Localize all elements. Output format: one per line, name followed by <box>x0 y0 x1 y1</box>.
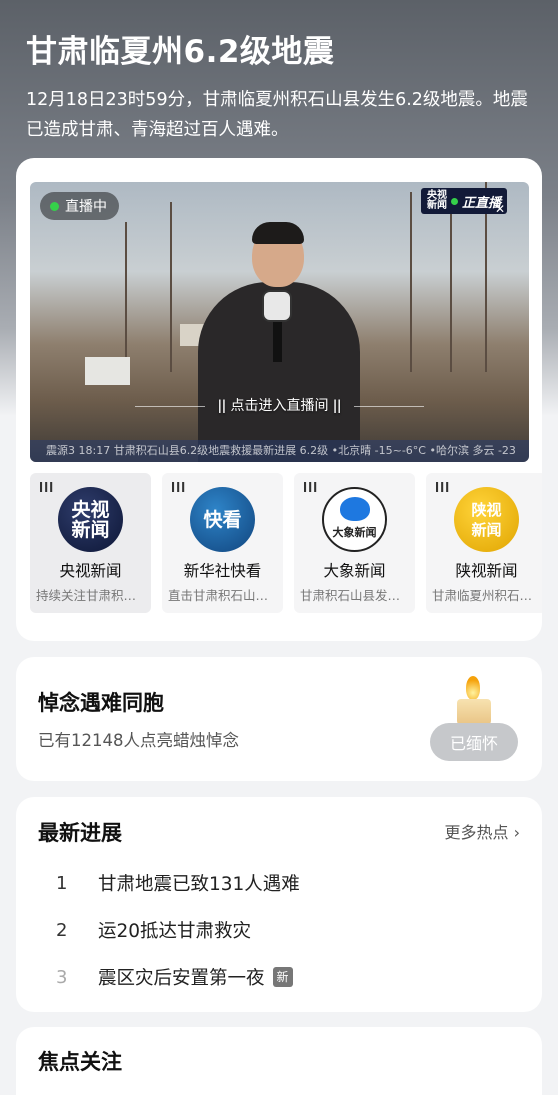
focus-title: 焦点关注 <box>38 1050 122 1074</box>
live-badge-label: 直播中 <box>65 199 107 215</box>
source-subtitle: 甘肃积石山县发生地震 <box>300 588 409 603</box>
source-logo-text: 新闻 <box>71 518 110 541</box>
source-logo-text: 大象新闻 <box>332 525 377 539</box>
source-name: 大象新闻 <box>323 562 386 580</box>
news-rank: 2 <box>56 919 68 941</box>
source-item-xinhua[interactable]: ǀǀǀ 快看 新华社快看 直击甘肃积石山县震中 <box>162 473 283 613</box>
source-subtitle: 甘肃临夏州积石山县地震 <box>432 588 541 603</box>
mute-icon[interactable]: ✕ <box>495 202 511 218</box>
enter-live-label: 点击进入直播间 <box>230 398 329 414</box>
mourn-count-text: 已有12148人点亮蜡烛悼念 <box>38 731 239 750</box>
news-ticker: 震源3 18:17 甘肃积石山县6.2级地震救援最新进展 6.2级 •北京晴 -… <box>30 440 529 462</box>
live-card: 直播中 央视 新闻 正直播 ✕ ǀǀ 点击进入直播间 ǀǀ 震源3 18:17 … <box>16 158 542 641</box>
news-list-item[interactable]: 3 震区灾后安置第一夜 新 <box>56 964 293 990</box>
source-logo-text: 新闻 <box>471 520 502 539</box>
source-subtitle: 持续关注甘肃积石山县地震 <box>36 588 145 603</box>
candle-flame-icon <box>466 676 480 700</box>
page-title: 甘肃临夏州6.2级地震 <box>26 34 335 70</box>
live-dot-icon <box>50 201 59 211</box>
page-description: 12月18日23时59分，甘肃临夏州积石山县发生6.2级地震。地震已造成甘肃、青… <box>26 90 528 140</box>
chevron-right-icon: › <box>513 823 520 842</box>
source-name: 新华社快看 <box>183 562 262 580</box>
live-video-player[interactable]: 直播中 央视 新闻 正直播 ✕ ǀǀ 点击进入直播间 ǀǀ 震源3 18:17 … <box>30 182 529 462</box>
source-item-shaanxi[interactable]: ǀǀǀ 陕视新闻 陕视新闻 甘肃临夏州积石山县地震 <box>426 473 542 613</box>
news-text: 甘肃地震已致131人遇难 <box>98 874 300 895</box>
microphone-icon <box>262 290 292 322</box>
news-text: 运20抵达甘肃救灾 <box>98 921 252 942</box>
news-list-item[interactable]: 1 甘肃地震已致131人遇难 <box>56 870 300 896</box>
latest-news-title: 最新进展 <box>38 821 122 845</box>
cctv-news-logo-icon: 央视 新闻 <box>58 487 123 552</box>
more-hot-label: 更多热点 <box>444 823 509 842</box>
mourned-button[interactable]: 已缅怀 <box>430 723 518 761</box>
shaanxi-tv-news-logo-icon: 陕视 新闻 <box>454 487 519 552</box>
mourn-card: 悼念遇难同胞 已有12148人点亮蜡烛悼念 已缅怀 <box>16 657 542 781</box>
source-logo-text: 央视 <box>71 498 110 521</box>
enter-live-room-button[interactable]: ǀǀ 点击进入直播间 ǀǀ <box>30 395 529 415</box>
new-badge: 新 <box>272 967 293 987</box>
mourn-title: 悼念遇难同胞 <box>38 691 164 715</box>
xinhua-kuaikan-logo-icon: 快看 <box>190 487 255 552</box>
source-item-daxiang[interactable]: ǀǀǀ 大象新闻 大象新闻 甘肃积石山县发生地震 <box>294 473 415 613</box>
candle-icon <box>457 699 491 725</box>
source-item-cctv[interactable]: ǀǀǀ 央视新闻 央视新闻 持续关注甘肃积石山县地震 <box>30 473 151 613</box>
broadcaster-logo-line2: 新闻 <box>426 200 447 211</box>
enter-live-pause-icon-right: ǀǀ <box>332 398 342 414</box>
latest-news-card: 最新进展 更多热点 › 1 甘肃地震已致131人遇难 2 运20抵达甘肃救灾 3… <box>16 797 542 1012</box>
news-rank: 3 <box>56 966 68 988</box>
source-logo-text: 快看 <box>203 508 242 531</box>
paw-icon <box>339 496 370 521</box>
live-source-list: ǀǀǀ 央视新闻 央视新闻 持续关注甘肃积石山县地震 ǀǀǀ 快看 新华社快看 … <box>30 473 542 613</box>
enter-live-pause-icon: ǀǀ <box>217 398 227 414</box>
news-text: 震区灾后安置第一夜 <box>98 968 265 989</box>
page-header: 甘肃临夏州6.2级地震 12月18日23时59分，甘肃临夏州积石山县发生6.2级… <box>26 26 536 145</box>
daxiang-news-logo-icon: 大象新闻 <box>322 487 387 552</box>
audio-bars-icon: ǀǀǀ <box>303 480 319 493</box>
source-name: 陕视新闻 <box>455 562 518 580</box>
focus-card: 焦点关注 <box>16 1027 542 1095</box>
audio-bars-icon: ǀǀǀ <box>171 480 187 493</box>
live-badge: 直播中 <box>40 192 119 220</box>
news-rank: 1 <box>56 872 68 894</box>
news-list-item[interactable]: 2 运20抵达甘肃救灾 <box>56 917 251 943</box>
more-hot-link[interactable]: 更多热点 › <box>444 819 520 843</box>
source-name: 央视新闻 <box>59 562 122 580</box>
source-subtitle: 直击甘肃积石山县震中 <box>168 588 277 603</box>
audio-bars-icon: ǀǀǀ <box>39 480 55 493</box>
audio-bars-icon: ǀǀǀ <box>435 480 451 493</box>
source-logo-text: 陕视 <box>471 500 502 519</box>
